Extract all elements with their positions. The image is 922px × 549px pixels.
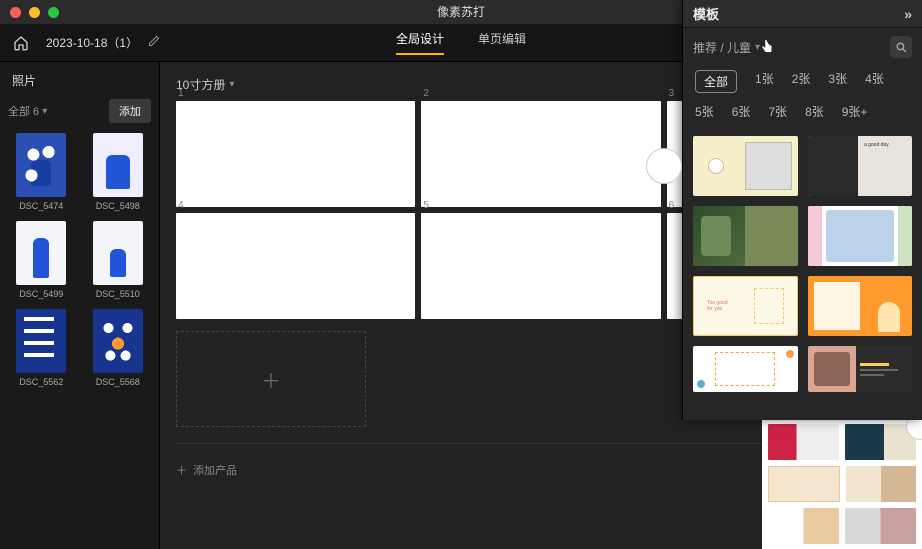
- chip-4[interactable]: 4张: [865, 70, 884, 93]
- photos-group-selector[interactable]: 全部 6 ▾: [8, 103, 47, 119]
- close-window-icon[interactable]: [10, 7, 21, 18]
- photo-thumb[interactable]: DSC_5499: [8, 221, 75, 299]
- tab-single-page-edit[interactable]: 单页编辑: [478, 30, 526, 55]
- photo-thumbnails: DSC_5474 DSC_5498 DSC_5499 DSC_5510: [8, 133, 151, 387]
- album-size-selector[interactable]: 10寸方册 ▾: [176, 76, 234, 93]
- add-spread-button[interactable]: ＋: [176, 331, 366, 427]
- template-grid: a good day Too goodfor you: [683, 130, 922, 402]
- photo-thumb[interactable]: DSC_5568: [85, 309, 152, 387]
- project-name[interactable]: 2023-10-18（1）: [46, 34, 138, 51]
- template-item[interactable]: Too goodfor you: [693, 276, 798, 336]
- template-strip: [762, 420, 922, 549]
- tab-global-design[interactable]: 全局设计: [396, 30, 444, 55]
- drag-handle-circle[interactable]: [646, 148, 682, 184]
- templates-title: 模板: [693, 4, 719, 23]
- template-item[interactable]: [845, 508, 916, 544]
- window-controls: [10, 7, 59, 18]
- edit-project-name-icon[interactable]: [148, 35, 160, 50]
- template-item[interactable]: [693, 136, 798, 196]
- template-item[interactable]: [845, 424, 916, 460]
- template-item[interactable]: [693, 346, 798, 392]
- chevron-down-icon: ▾: [229, 79, 234, 90]
- template-item[interactable]: [808, 346, 913, 392]
- template-item[interactable]: [768, 424, 839, 460]
- photo-thumb[interactable]: DSC_5474: [8, 133, 75, 211]
- spread-page[interactable]: 2: [421, 101, 660, 207]
- spread-page[interactable]: 5: [421, 213, 660, 319]
- templates-breadcrumb[interactable]: 推荐 / 儿童: [693, 39, 751, 56]
- templates-panel: 模板 » 推荐 / 儿童 ▾ 全部 1张 2张 3张 4张 5张 6张 7张 8…: [682, 0, 922, 420]
- template-item[interactable]: [808, 276, 913, 336]
- chip-3[interactable]: 3张: [828, 70, 847, 93]
- chevron-down-icon: ▾: [42, 106, 47, 117]
- chip-2[interactable]: 2张: [792, 70, 811, 93]
- app-title: 像素苏打: [437, 5, 485, 19]
- chip-1[interactable]: 1张: [755, 70, 774, 93]
- photos-sidebar: 照片 全部 6 ▾ 添加 DSC_5474 DSC_5498: [0, 62, 160, 549]
- template-item[interactable]: [808, 206, 913, 266]
- chip-5[interactable]: 5张: [695, 103, 714, 120]
- template-count-filters: 全部 1张 2张 3张 4张 5张 6张 7张 8张 9张+: [683, 66, 922, 130]
- chip-9plus[interactable]: 9张+: [842, 103, 868, 120]
- template-item[interactable]: [768, 508, 839, 544]
- photo-thumb[interactable]: DSC_5498: [85, 133, 152, 211]
- template-item[interactable]: [693, 206, 798, 266]
- add-photos-button[interactable]: 添加: [109, 99, 151, 123]
- collapse-panel-icon[interactable]: »: [904, 6, 912, 22]
- template-item[interactable]: [846, 466, 916, 502]
- chevron-down-icon: ▾: [755, 42, 760, 53]
- chip-all[interactable]: 全部: [695, 70, 737, 93]
- search-templates-icon[interactable]: [890, 36, 912, 58]
- maximize-window-icon[interactable]: [48, 7, 59, 18]
- minimize-window-icon[interactable]: [29, 7, 40, 18]
- photo-thumb[interactable]: DSC_5510: [85, 221, 152, 299]
- template-item[interactable]: a good day: [808, 136, 913, 196]
- design-tabs: 全局设计 单页编辑: [396, 30, 526, 55]
- spread-page[interactable]: 4: [176, 213, 415, 319]
- chip-8[interactable]: 8张: [805, 103, 824, 120]
- spread-page[interactable]: 1: [176, 101, 415, 207]
- home-icon[interactable]: [12, 34, 30, 52]
- plus-icon: ＋: [176, 462, 187, 478]
- template-item[interactable]: [768, 466, 840, 502]
- cursor-pointer-icon: [759, 38, 775, 59]
- chip-7[interactable]: 7张: [768, 103, 787, 120]
- plus-icon: ＋: [261, 365, 281, 394]
- photos-title: 照片: [8, 72, 151, 89]
- chip-6[interactable]: 6张: [732, 103, 751, 120]
- photo-thumb[interactable]: DSC_5562: [8, 309, 75, 387]
